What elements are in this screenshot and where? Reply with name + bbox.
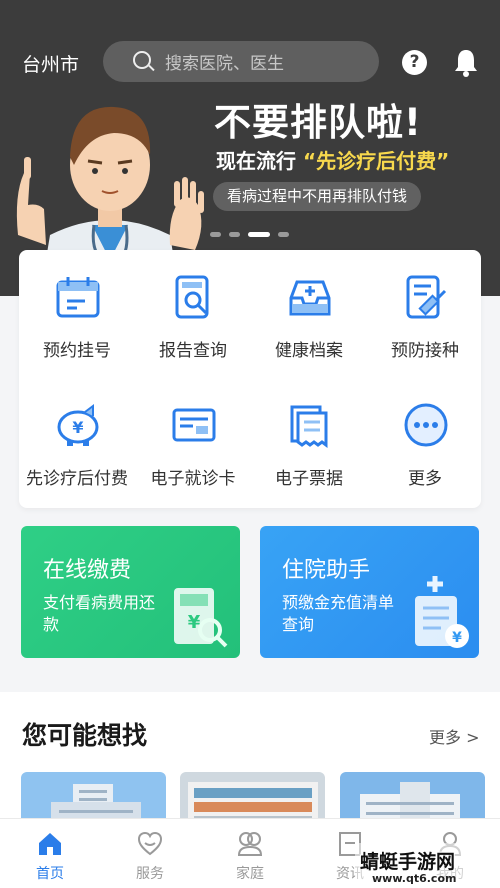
- online-payment-card[interactable]: 在线缴费 支付看病费用还款 ¥: [21, 526, 240, 658]
- service-grid-card: 预约挂号 报告查询 健康档案 预防接种 ¥ 先诊疗后付费 电子就诊卡 电子票据 …: [19, 250, 481, 508]
- banner-subline: 现在流行 “先诊疗后付费”: [216, 145, 449, 174]
- search-icon: [133, 51, 151, 69]
- archive-box-icon: [289, 280, 331, 316]
- promo-desc: 预缴金充值清单查询: [282, 593, 395, 634]
- search-bar[interactable]: 搜索医院、医生: [103, 41, 379, 82]
- promo-title: 在线缴费: [43, 558, 132, 583]
- grid-item-more[interactable]: 更多: [367, 378, 483, 489]
- carousel-dot[interactable]: [229, 232, 240, 237]
- search-placeholder: 搜索医院、医生: [165, 54, 284, 74]
- grid-item-e-card[interactable]: 电子就诊卡: [135, 378, 251, 489]
- grid-label: 报告查询: [159, 341, 227, 361]
- family-icon: [237, 832, 263, 856]
- grid-label: 预约挂号: [43, 341, 111, 361]
- banner-sub-highlight: “先诊疗后付费”: [302, 149, 450, 173]
- help-icon[interactable]: ?: [402, 50, 427, 75]
- carousel-dot-active[interactable]: [248, 232, 270, 237]
- banner-sub-prefix: 现在流行: [216, 149, 296, 173]
- grid-item-health-record[interactable]: 健康档案: [251, 250, 367, 361]
- heart-hand-icon: [137, 831, 163, 856]
- more-dots-icon: [404, 403, 448, 447]
- watermark-text: 蜻蜓手游网: [360, 851, 456, 873]
- grid-label: 预防接种: [391, 341, 459, 361]
- carousel-indicator[interactable]: [210, 232, 289, 237]
- receipt-icon: [290, 405, 328, 448]
- grid-item-report[interactable]: 报告查询: [135, 250, 251, 361]
- grid-item-pay-later[interactable]: ¥ 先诊疗后付费: [19, 378, 135, 489]
- home-icon: [39, 833, 61, 855]
- watermark-url: www.qt6.com: [372, 872, 457, 885]
- tab-home[interactable]: 首页: [0, 819, 100, 888]
- grid-label: 更多: [408, 469, 442, 489]
- svg-text:¥: ¥: [72, 418, 83, 437]
- tab-label: 首页: [36, 866, 64, 882]
- section-more-link[interactable]: 更多 >: [429, 724, 480, 748]
- bell-icon[interactable]: [452, 47, 480, 77]
- carousel-dot[interactable]: [210, 232, 221, 237]
- banner-pill: 看病过程中不用再排队付钱: [213, 182, 422, 211]
- tab-service[interactable]: 服务: [100, 819, 200, 888]
- grid-label: 电子票据: [275, 469, 343, 489]
- grid-item-appointment[interactable]: 预约挂号: [19, 250, 135, 361]
- payment-door-icon: ¥: [174, 588, 228, 648]
- card-icon: [172, 408, 216, 442]
- grid-item-vaccination[interactable]: 预防接种: [367, 250, 483, 361]
- promo-desc: 支付看病费用还款: [43, 593, 156, 634]
- section-title: 您可能想找: [22, 721, 148, 750]
- piggy-bank-icon: ¥: [57, 404, 99, 446]
- grid-label: 电子就诊卡: [150, 469, 236, 489]
- banner-headline: 不要排队啦!: [214, 101, 422, 144]
- clipboard-plus-icon: ¥: [415, 576, 469, 648]
- grid-label: 先诊疗后付费: [26, 469, 128, 489]
- carousel-dot[interactable]: [278, 232, 289, 237]
- city-selector[interactable]: 台州市: [22, 50, 79, 77]
- grid-item-e-receipt[interactable]: 电子票据: [251, 378, 367, 489]
- grid-label: 健康档案: [275, 341, 343, 361]
- report-search-icon: [175, 275, 209, 319]
- svg-text:¥: ¥: [452, 630, 462, 646]
- vaccine-icon: [406, 275, 447, 319]
- tab-label: 服务: [136, 866, 164, 882]
- calendar-icon: [56, 277, 100, 318]
- promo-title: 住院助手: [282, 558, 371, 583]
- tab-family[interactable]: 家庭: [200, 819, 300, 888]
- tab-label: 家庭: [236, 866, 264, 882]
- inpatient-assistant-card[interactable]: 住院助手 预缴金充值清单查询 ¥: [260, 526, 479, 658]
